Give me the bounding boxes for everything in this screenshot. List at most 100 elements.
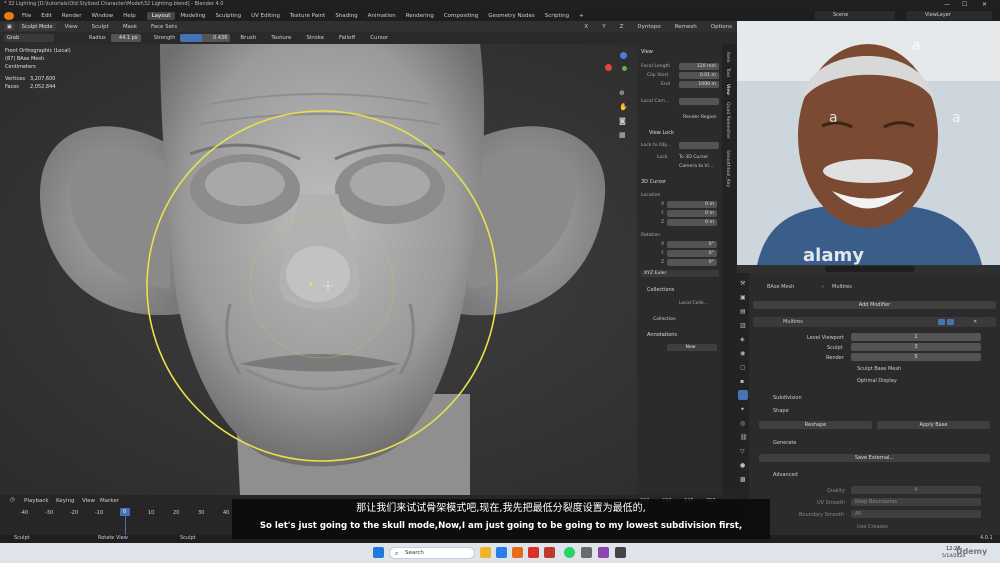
- remesh-menu[interactable]: Remesh: [670, 24, 702, 30]
- maximize-icon[interactable]: ☐: [962, 2, 967, 8]
- menu-mask[interactable]: Mask: [118, 24, 142, 30]
- tab-smoothtool[interactable]: Smoothtool_Key: [725, 150, 730, 187]
- options-menu[interactable]: Options: [706, 24, 737, 30]
- axis-x-toggle[interactable]: X: [579, 24, 593, 30]
- lock-to-object-field[interactable]: [679, 142, 719, 149]
- blender-taskbar-icon[interactable]: [512, 547, 523, 558]
- properties-search[interactable]: [825, 266, 915, 272]
- cursor-menu[interactable]: Cursor: [365, 35, 393, 41]
- menu-window[interactable]: Window: [86, 13, 118, 19]
- tab-view[interactable]: View: [725, 84, 730, 95]
- stroke-menu[interactable]: Stroke: [301, 35, 329, 41]
- texture-tab-icon[interactable]: ▩: [740, 477, 746, 483]
- shape-panel-header[interactable]: Shape: [773, 408, 789, 414]
- 3d-cursor-header[interactable]: 3D Cursor: [641, 179, 666, 185]
- brush-menu[interactable]: Brush: [235, 35, 261, 41]
- menu-view[interactable]: View: [60, 24, 83, 30]
- lock-to-3d-cursor-checkbox[interactable]: To 3D Cursor: [679, 155, 708, 160]
- tab-texture-paint[interactable]: Texture Paint: [285, 12, 331, 20]
- annotations-new-button[interactable]: New: [667, 344, 717, 351]
- annotations-header[interactable]: Annotations: [647, 332, 677, 338]
- grid-icon[interactable]: ▦: [619, 132, 626, 139]
- use-creases-checkbox[interactable]: Use Creases: [857, 524, 888, 530]
- rotation-x-field[interactable]: 0°: [667, 241, 717, 248]
- realtime-toggle-icon[interactable]: [947, 319, 954, 325]
- app-icon[interactable]: [528, 547, 539, 558]
- subdivision-panel-header[interactable]: Subdivision: [773, 395, 802, 401]
- location-y-field[interactable]: 0 m: [667, 210, 717, 217]
- gizmo-z-icon[interactable]: [620, 52, 627, 59]
- scene-selector[interactable]: [815, 11, 895, 20]
- advanced-panel-header[interactable]: Advanced: [773, 472, 798, 478]
- rotation-mode-selector[interactable]: XYZ Euler: [641, 270, 719, 277]
- strength-slider[interactable]: 0.436: [180, 34, 231, 42]
- taskbar-search[interactable]: ⌕ Search: [389, 547, 475, 559]
- mode-selector[interactable]: Sculpt Mode: [18, 22, 56, 31]
- apply-base-button[interactable]: Apply Base: [877, 421, 990, 429]
- menu-help[interactable]: Help: [118, 13, 141, 19]
- gizmo-y-icon[interactable]: [622, 66, 627, 71]
- pan-hand-icon[interactable]: ✋: [619, 104, 628, 111]
- texture-menu[interactable]: Texture: [266, 35, 296, 41]
- app-icon[interactable]: [581, 547, 592, 558]
- menu-edit[interactable]: Edit: [36, 13, 57, 19]
- add-workspace-icon[interactable]: +: [574, 12, 589, 20]
- app-icon[interactable]: [598, 547, 609, 558]
- tab-sculpting[interactable]: Sculpting: [210, 12, 246, 20]
- collection-tab-icon[interactable]: ▢: [740, 365, 746, 371]
- location-x-field[interactable]: 0 m: [667, 201, 717, 208]
- collection-item[interactable]: Collection: [653, 317, 676, 322]
- tab-modeling[interactable]: Modeling: [175, 12, 210, 20]
- falloff-menu[interactable]: Falloff: [334, 35, 360, 41]
- browser-icon[interactable]: [496, 547, 507, 558]
- menu-render[interactable]: Render: [57, 13, 87, 19]
- app-icon[interactable]: [615, 547, 626, 558]
- gizmo-x-icon[interactable]: [605, 64, 612, 71]
- material-tab-icon[interactable]: ●: [740, 463, 745, 469]
- blender-logo-icon[interactable]: [4, 11, 14, 20]
- modifier-name-field[interactable]: Multires: [783, 319, 803, 325]
- tab-animation[interactable]: Animation: [363, 12, 401, 20]
- tab-layout[interactable]: Layout: [146, 11, 176, 20]
- render-level-field[interactable]: 5: [851, 353, 981, 361]
- level-viewport-field[interactable]: 1: [851, 333, 981, 341]
- zoom-icon[interactable]: ⊕: [619, 90, 625, 97]
- render-tab-icon[interactable]: ▣: [740, 295, 746, 301]
- tab-item[interactable]: Item: [725, 52, 730, 62]
- generate-panel-header[interactable]: Generate: [773, 440, 796, 446]
- physics-tab-icon[interactable]: ◎: [740, 421, 745, 427]
- view-layer-tab-icon[interactable]: ▥: [740, 323, 746, 329]
- tab-rendering[interactable]: Rendering: [401, 12, 439, 20]
- playback-menu[interactable]: Playback: [24, 498, 49, 504]
- start-button-icon[interactable]: [373, 547, 384, 558]
- boundary-smooth-selector[interactable]: All: [851, 510, 981, 518]
- clip-start-field[interactable]: 0.01 m: [679, 72, 719, 79]
- collections-header[interactable]: Collections: [647, 287, 674, 293]
- tab-geometry-nodes[interactable]: Geometry Nodes: [483, 12, 539, 20]
- 3d-viewport[interactable]: Front Orthographic (Local) (87) BAse Mes…: [0, 44, 737, 495]
- constraints-tab-icon[interactable]: ⛓: [740, 435, 748, 441]
- tab-uv-editing[interactable]: UV Editing: [246, 12, 285, 20]
- modifier-tab-icon[interactable]: [738, 390, 748, 400]
- scene-tab-icon[interactable]: ◈: [740, 337, 745, 343]
- tab-quad-remesher[interactable]: Quad Remesher: [725, 102, 730, 139]
- app-icon[interactable]: [544, 547, 555, 558]
- view-section-header[interactable]: View: [641, 49, 653, 55]
- world-tab-icon[interactable]: ◉: [740, 351, 745, 357]
- camera-icon[interactable]: ◙: [619, 118, 626, 125]
- dyntopo-menu[interactable]: Dyntopo: [632, 24, 665, 30]
- location-z-field[interactable]: 0 m: [667, 219, 717, 226]
- rotation-y-field[interactable]: 0°: [667, 250, 717, 257]
- focal-length-field[interactable]: 120 mm: [679, 63, 719, 70]
- object-tab-icon[interactable]: ▪: [740, 379, 744, 385]
- view-lock-header[interactable]: View Lock: [649, 130, 674, 136]
- quality-field[interactable]: 4: [851, 486, 981, 494]
- whatsapp-icon[interactable]: [564, 547, 575, 558]
- editor-type-button[interactable]: ▣: [4, 22, 15, 31]
- menu-file[interactable]: File: [17, 13, 36, 19]
- radius-field[interactable]: 44.1 px: [110, 34, 141, 42]
- axis-y-toggle[interactable]: Y: [597, 24, 610, 30]
- tab-compositing[interactable]: Compositing: [439, 12, 483, 20]
- timeline-view-menu[interactable]: View: [82, 498, 95, 504]
- data-tab-icon[interactable]: ▽: [740, 449, 745, 455]
